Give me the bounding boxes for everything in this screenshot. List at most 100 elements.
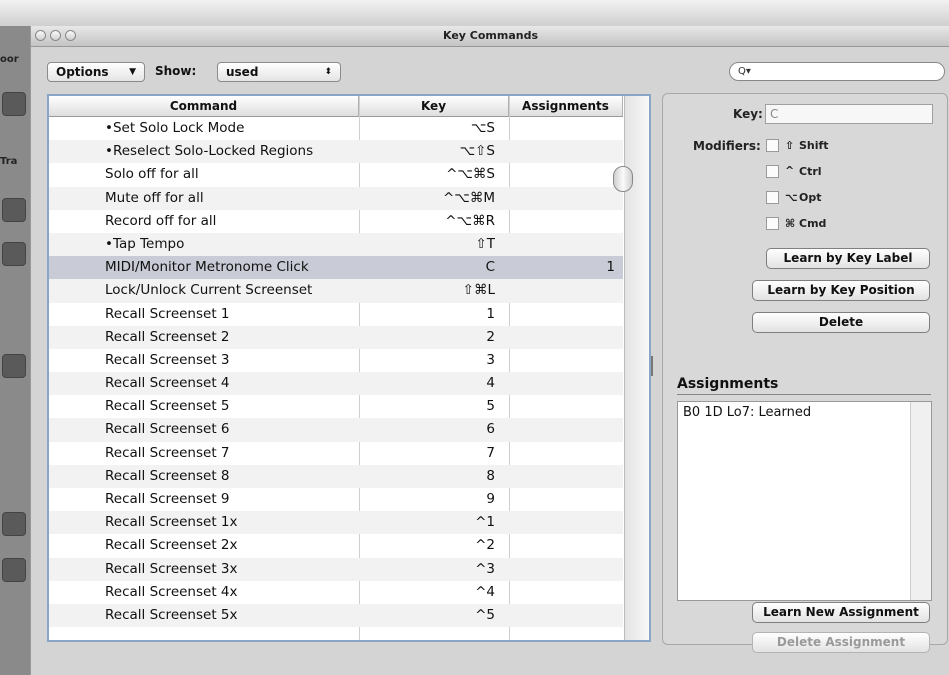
assignments-cell bbox=[511, 418, 615, 441]
sidebar-tool-icon[interactable] bbox=[2, 354, 26, 378]
assignments-cell bbox=[511, 326, 615, 349]
table-row[interactable]: Recall Screenset 2 2 bbox=[49, 325, 623, 349]
command-cell: Recall Screenset 2 bbox=[105, 328, 230, 345]
table-row[interactable]: Recall Screenset 1x ^1 bbox=[49, 511, 623, 535]
assignment-panel: Key: C Modifiers: ⇧ Shift ^ Ctrl ⌥ Opt ⌘… bbox=[662, 93, 948, 653]
learn-new-assignment-button[interactable]: Learn New Assignment bbox=[752, 602, 930, 623]
table-row[interactable]: Record off for all ^⌥⌘R bbox=[49, 210, 623, 233]
command-cell: Mute off for all bbox=[105, 189, 204, 206]
assignments-cell bbox=[511, 117, 615, 140]
table-row[interactable]: Recall Screenset 4 4 bbox=[49, 372, 623, 396]
assignments-cell bbox=[511, 511, 615, 534]
options-menu-button[interactable]: Options ▼ bbox=[47, 62, 145, 82]
key-cell: ^1 bbox=[475, 514, 495, 531]
key-cell: 7 bbox=[486, 444, 495, 461]
sidebar-tool-icon[interactable] bbox=[2, 92, 26, 116]
key-commands-table: Command Key Assignments •Set Solo Lock M… bbox=[47, 94, 651, 642]
shift-checkbox[interactable] bbox=[766, 139, 779, 152]
shift-label: Shift bbox=[799, 139, 829, 152]
ctrl-label: Ctrl bbox=[799, 165, 822, 178]
show-select[interactable]: used ⬍ bbox=[217, 62, 341, 82]
command-cell: Recall Screenset 2x bbox=[105, 537, 238, 554]
learn-by-key-label-button[interactable]: Learn by Key Label bbox=[766, 248, 930, 269]
assignments-cell bbox=[511, 303, 615, 326]
scrollbar-thumb[interactable] bbox=[613, 166, 633, 192]
table-body: •Set Solo Lock Mode ⌥S •Reselect Solo-Lock… bbox=[49, 117, 623, 628]
sidebar-tool-icon[interactable] bbox=[2, 512, 26, 536]
key-cell: ⌥S bbox=[470, 120, 495, 136]
assignments-cell bbox=[511, 604, 615, 627]
table-row[interactable]: Recall Screenset 5x ^5 bbox=[49, 603, 623, 628]
assignments-cell bbox=[511, 279, 615, 302]
key-commands-window: Key Commands Options ▼ Show: used ⬍ Q▾ C… bbox=[30, 26, 949, 675]
table-row[interactable]: Recall Screenset 3x ^3 bbox=[49, 557, 623, 581]
table-row[interactable]: Recall Screenset 8 8 bbox=[49, 464, 623, 488]
command-cell: Recall Screenset 9 bbox=[105, 491, 230, 507]
table-row[interactable]: •Reselect Solo-Locked Regions ⌥⇧S bbox=[49, 140, 623, 164]
assignments-list[interactable]: B0 1D Lo7: Learned bbox=[677, 401, 932, 601]
title-bar: Key Commands bbox=[31, 26, 949, 47]
table-row[interactable]: Recall Screenset 9 9 bbox=[49, 488, 623, 511]
sidebar-tool-icon[interactable] bbox=[2, 558, 26, 582]
table-row[interactable]: Recall Screenset 3 3 bbox=[49, 349, 623, 372]
table-row[interactable]: Recall Screenset 2x ^2 bbox=[49, 534, 623, 557]
table-row[interactable]: Recall Screenset 6 6 bbox=[49, 418, 623, 442]
split-view-handle[interactable] bbox=[651, 356, 653, 376]
delete-button[interactable]: Delete bbox=[752, 312, 930, 333]
delete-assignment-button[interactable]: Delete Assignment bbox=[752, 632, 930, 653]
table-row[interactable]: Recall Screenset 5 5 bbox=[49, 395, 623, 418]
table-row[interactable]: Recall Screenset 1 1 bbox=[49, 303, 623, 326]
options-label: Options bbox=[56, 65, 109, 79]
key-cell: ⇧T bbox=[475, 235, 495, 252]
command-cell: Lock/Unlock Current Screenset bbox=[105, 282, 313, 299]
search-icon: Q▾ bbox=[738, 66, 751, 77]
list-item[interactable]: B0 1D Lo7: Learned bbox=[683, 405, 811, 420]
table-row[interactable]: •Set Solo Lock Mode ⌥S bbox=[49, 117, 623, 140]
command-cell: Recall Screenset 3x bbox=[105, 560, 238, 577]
command-cell: •Set Solo Lock Mode bbox=[105, 120, 245, 136]
assignments-cell bbox=[511, 163, 615, 186]
table-row[interactable]: Recall Screenset 7 7 bbox=[49, 442, 623, 465]
command-cell: Recall Screenset 1 bbox=[105, 305, 230, 322]
assignments-cell bbox=[511, 140, 615, 163]
command-cell: Recall Screenset 8 bbox=[105, 467, 230, 484]
column-header-key[interactable]: Key bbox=[359, 96, 509, 116]
search-input[interactable]: Q▾ bbox=[729, 62, 945, 81]
table-row[interactable]: Lock/Unlock Current Screenset ⇧⌘L bbox=[49, 279, 623, 303]
assignments-cell bbox=[511, 187, 615, 210]
assignments-cell bbox=[511, 558, 615, 581]
assignments-cell bbox=[511, 349, 615, 372]
assignments-cell bbox=[511, 534, 615, 557]
key-cell: 4 bbox=[486, 375, 495, 392]
opt-checkbox[interactable] bbox=[766, 191, 779, 204]
table-row[interactable]: •Tap Tempo ⇧T bbox=[49, 232, 623, 257]
key-cell: 2 bbox=[486, 328, 495, 345]
command-cell: Recall Screenset 5x bbox=[105, 606, 238, 623]
ctrl-checkbox[interactable] bbox=[766, 165, 779, 178]
command-cell: Recall Screenset 4 bbox=[105, 375, 230, 392]
table-row[interactable]: Recall Screenset 4x ^4 bbox=[49, 581, 623, 604]
command-cell: Recall Screenset 5 bbox=[105, 398, 230, 415]
sidebar-tool-icon[interactable] bbox=[2, 242, 26, 266]
learn-by-key-position-button[interactable]: Learn by Key Position bbox=[752, 280, 930, 301]
key-cell: ^2 bbox=[475, 537, 495, 554]
cmd-modifier-icon: ⌘ bbox=[785, 217, 796, 230]
column-header-assignments[interactable]: Assignments bbox=[509, 96, 623, 116]
key-label: Key: bbox=[733, 107, 763, 121]
assignments-scrollbar[interactable] bbox=[910, 402, 931, 600]
key-cell: C bbox=[485, 259, 495, 276]
table-row[interactable]: Solo off for all ^⌥⌘S bbox=[49, 163, 623, 186]
up-down-arrows-icon: ⬍ bbox=[324, 67, 332, 77]
modifiers-label: Modifiers: bbox=[693, 139, 761, 153]
table-row[interactable]: Mute off for all ^⌥⌘M bbox=[49, 186, 623, 210]
table-row[interactable]: MIDI/Monitor Metronome Click C 1 bbox=[49, 256, 623, 280]
sidebar-tool-icon[interactable] bbox=[2, 198, 26, 222]
key-field[interactable]: C bbox=[765, 104, 933, 124]
key-cell: ⇧⌘L bbox=[462, 282, 495, 299]
column-header-command[interactable]: Command bbox=[49, 96, 359, 116]
key-cell: 9 bbox=[486, 491, 495, 507]
sidebar-label-tra: Tra bbox=[0, 156, 18, 167]
assignments-cell: 1 bbox=[606, 259, 615, 276]
background-toolbar bbox=[0, 0, 949, 26]
cmd-checkbox[interactable] bbox=[766, 217, 779, 230]
